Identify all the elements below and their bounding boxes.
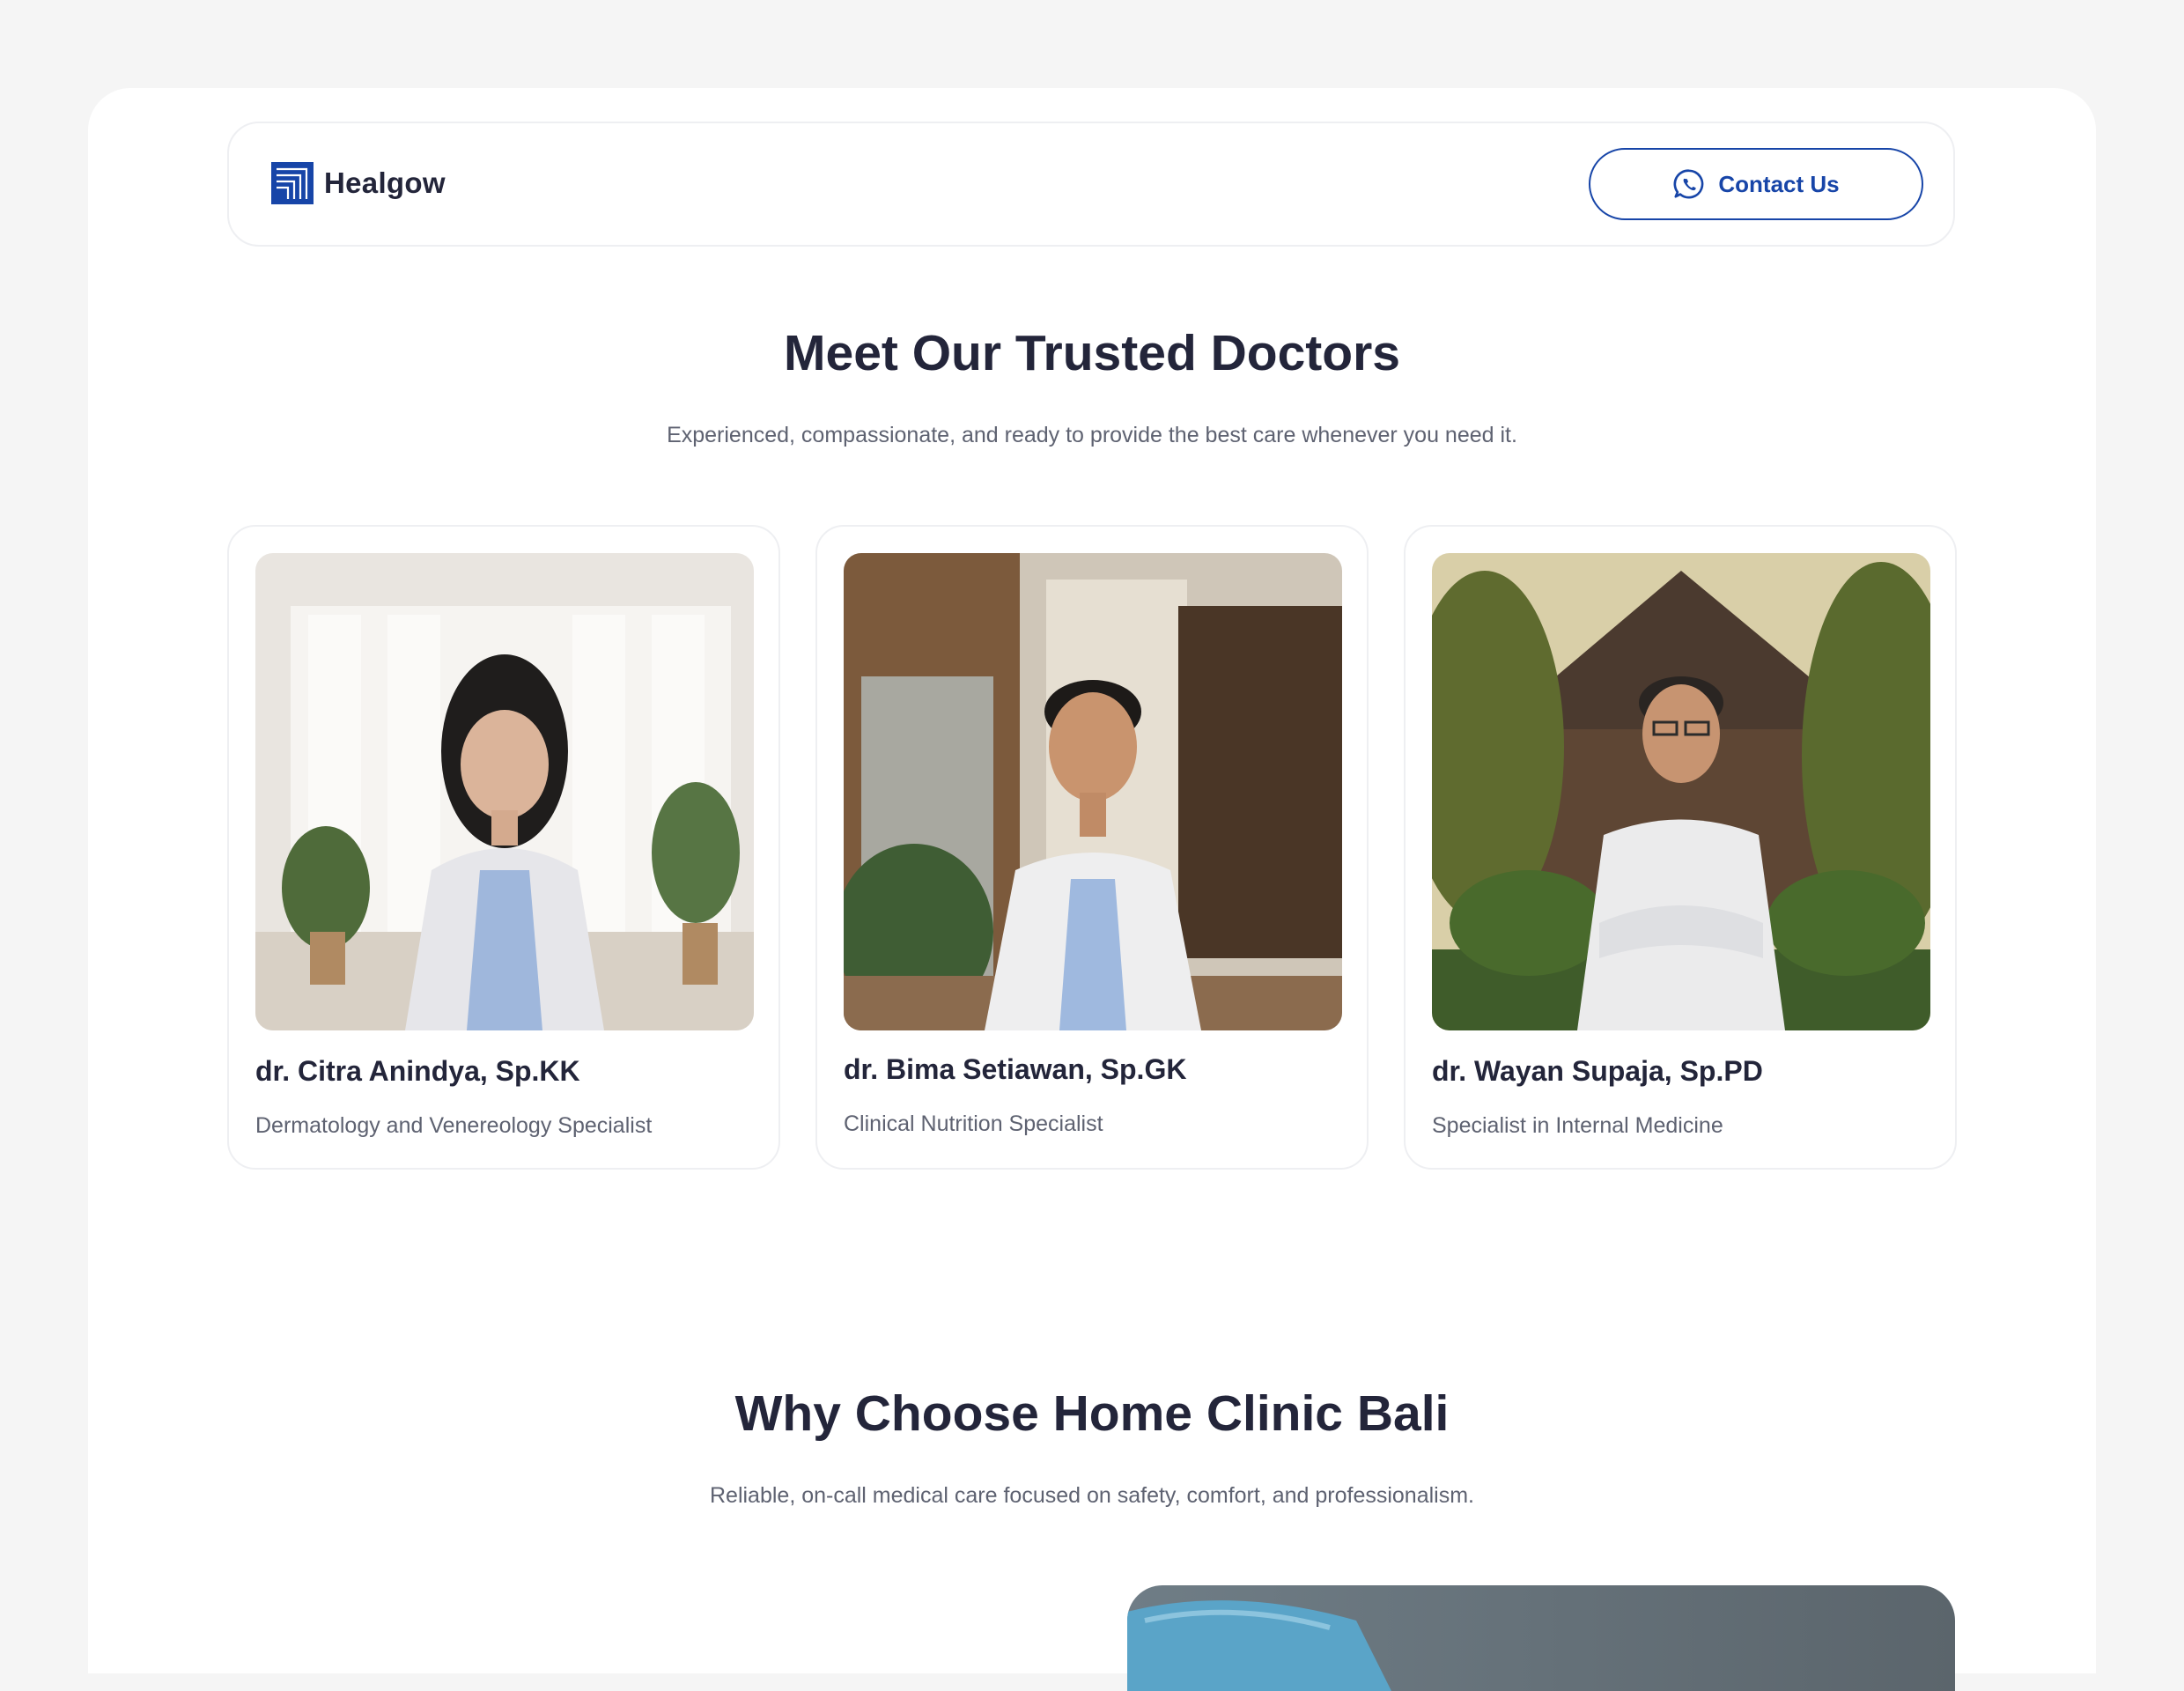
doctor-name: dr. Citra Anindya, Sp.KK [255,1055,580,1087]
doctor-specialty: Dermatology and Venereology Specialist [255,1113,653,1138]
feature-image [1127,1585,1955,1691]
doctor-name: dr. Wayan Supaja, Sp.PD [1432,1055,1763,1087]
doctor-photo [255,553,754,1030]
doctor-specialty: Specialist in Internal Medicine [1432,1113,1723,1138]
whatsapp-icon [1673,169,1704,199]
why-section-subtitle: Reliable, on-call medical care focused o… [709,1483,1474,1508]
doctor-specialty: Clinical Nutrition Specialist [844,1111,1103,1136]
logo-icon [271,162,314,204]
why-section-title: Why Choose Home Clinic Bali [734,1385,1450,1442]
doctors-section-title: Meet Our Trusted Doctors [784,325,1400,381]
contact-us-label: Contact Us [1718,170,1840,197]
brand-logo[interactable]: Healgow [271,162,446,204]
doctor-card[interactable]: dr. Wayan Supaja, Sp.PD Specialist in In… [1404,525,1957,1170]
doctors-section-subtitle: Experienced, compassionate, and ready to… [667,423,1517,447]
doctor-card[interactable]: dr. Bima Setiawan, Sp.GK Clinical Nutrit… [815,525,1369,1170]
contact-us-button[interactable]: Contact Us [1589,148,1923,220]
doctor-name: dr. Bima Setiawan, Sp.GK [844,1053,1187,1085]
brand-name: Healgow [324,166,446,199]
doctor-photo [1432,553,1930,1030]
doctor-photo [844,553,1342,1030]
navbar: Healgow Contact Us [227,122,1955,247]
doctor-card[interactable]: dr. Citra Anindya, Sp.KK Dermatology and… [227,525,780,1170]
